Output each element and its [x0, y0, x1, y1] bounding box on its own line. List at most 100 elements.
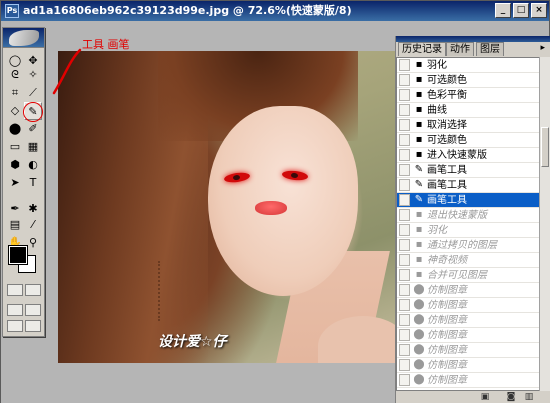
history-item[interactable]: ▪ 合并可见图层: [397, 268, 539, 283]
magic-wand-icon[interactable]: ✧: [24, 66, 42, 84]
history-item[interactable]: ▪ 曲线: [397, 103, 539, 118]
history-item[interactable]: ✎ 画笔工具: [397, 178, 539, 193]
history-source-checkbox[interactable]: [399, 299, 410, 311]
history-item-label: 仿制图章: [427, 375, 467, 386]
notes-icon[interactable]: ▤: [6, 216, 24, 234]
history-item[interactable]: ▪ 进入快速蒙版: [397, 148, 539, 163]
history-panel-footer: ▣ ◙ ▥: [396, 391, 550, 403]
stamp-icon[interactable]: ⬤: [6, 120, 24, 138]
panel-menu-arrow-icon[interactable]: ▸: [540, 43, 545, 53]
toolbox-panel: ◯ ✥ ᘓ ✧ ⌗ ⟋ ◇ ✎ ⬤ ✐ ▭ ▦ ⬢ ◐ ➤ T ✒ ✱ ▤ ⁄ ✋ ⚲: [2, 27, 45, 337]
history-source-checkbox[interactable]: [399, 194, 410, 206]
minimize-button[interactable]: _: [495, 3, 511, 18]
document-title-bar[interactable]: Ps ad1a16806eb962c39123d99e.jpg @ 72.6%(…: [1, 1, 549, 21]
history-item[interactable]: ▪ 可选颜色: [397, 73, 539, 88]
trash-icon[interactable]: ▥: [524, 392, 534, 402]
feather-icon: [9, 30, 39, 46]
screen-mode-standard-button[interactable]: [7, 304, 23, 316]
history-source-checkbox[interactable]: [399, 374, 410, 386]
history-item-label: 合并可见图层: [427, 270, 487, 281]
screen-mode-fullscreen-button[interactable]: [25, 320, 41, 332]
document-title: ad1a16806eb962c39123d99e.jpg @ 72.6%(快速蒙…: [23, 4, 352, 17]
standard-mode-button[interactable]: [7, 284, 23, 296]
toolbox-header[interactable]: [3, 28, 44, 48]
history-step-icon: ▪: [415, 74, 423, 85]
history-item-label: 仿制图章: [427, 330, 467, 341]
photoshop-workspace: Ps ad1a16806eb962c39123d99e.jpg @ 72.6%(…: [0, 0, 550, 403]
history-source-checkbox[interactable]: [399, 149, 410, 161]
history-source-checkbox[interactable]: [399, 284, 410, 296]
history-item-label: 羽化: [427, 225, 447, 236]
history-source-checkbox[interactable]: [399, 89, 410, 101]
history-source-checkbox[interactable]: [399, 134, 410, 146]
history-item-label: 画笔工具: [427, 165, 467, 176]
history-source-checkbox[interactable]: [399, 224, 410, 236]
history-item-label: 仿制图章: [427, 360, 467, 371]
tab-layers[interactable]: 图层: [476, 42, 504, 56]
stamp-step-icon: ⬤: [413, 374, 425, 385]
history-item[interactable]: ⬤ 仿制图章: [397, 358, 539, 373]
history-source-checkbox[interactable]: [399, 359, 410, 371]
history-item[interactable]: ⬤ 仿制图章: [397, 328, 539, 343]
history-item[interactable]: ▪ 羽化: [397, 223, 539, 238]
jump-to-imageready-button[interactable]: [7, 320, 23, 332]
history-item[interactable]: ⬤ 仿制图章: [397, 283, 539, 298]
history-source-checkbox[interactable]: [399, 104, 410, 116]
eraser2-icon[interactable]: ▭: [6, 138, 24, 156]
history-source-checkbox[interactable]: [399, 239, 410, 251]
slice-icon[interactable]: ⟋: [24, 84, 42, 102]
maximize-button[interactable]: □: [513, 3, 529, 18]
history-item[interactable]: ▪ 通过拷贝的图层: [397, 238, 539, 253]
history-source-checkbox[interactable]: [399, 209, 410, 221]
history-source-checkbox[interactable]: [399, 164, 410, 176]
dodge-icon[interactable]: ◐: [24, 156, 42, 174]
new-snapshot-icon[interactable]: ◙: [506, 392, 516, 402]
history-source-checkbox[interactable]: [399, 254, 410, 266]
panel-tabs: 历史记录 动作 图层 ▸: [396, 42, 550, 56]
blur-icon[interactable]: ⬢: [6, 156, 24, 174]
history-source-checkbox[interactable]: [399, 269, 410, 281]
close-button[interactable]: ×: [531, 3, 547, 18]
tab-history[interactable]: 历史记录: [398, 42, 446, 56]
history-item[interactable]: ▪ 取消选择: [397, 118, 539, 133]
history-item[interactable]: ⬤ 仿制图章: [397, 298, 539, 313]
history-item[interactable]: ⬤ 仿制图章: [397, 313, 539, 328]
history-item[interactable]: ▪ 退出快速蒙版: [397, 208, 539, 223]
history-source-checkbox[interactable]: [399, 179, 410, 191]
history-step-icon: ▪: [415, 209, 423, 220]
history-source-checkbox[interactable]: [399, 314, 410, 326]
tab-actions[interactable]: 动作: [446, 42, 474, 56]
history-source-checkbox[interactable]: [399, 329, 410, 341]
history-scrollbar[interactable]: [539, 57, 550, 391]
history-source-checkbox[interactable]: [399, 74, 410, 86]
history-item[interactable]: ⬤ 仿制图章: [397, 373, 539, 388]
lasso-icon[interactable]: ᘓ: [6, 66, 24, 84]
history-item-label: 仿制图章: [427, 285, 467, 296]
history-item-label: 退出快速蒙版: [427, 210, 487, 221]
eyedropper-icon[interactable]: ⁄: [24, 216, 42, 234]
quick-mask-mode-button[interactable]: [25, 284, 41, 296]
screen-mode-full-button[interactable]: [25, 304, 41, 316]
crop-icon[interactable]: ⌗: [6, 84, 24, 102]
foreground-color-swatch[interactable]: [8, 245, 28, 265]
history-item[interactable]: ▪ 色彩平衡: [397, 88, 539, 103]
history-source-checkbox[interactable]: [399, 59, 410, 71]
path-select-icon[interactable]: ➤: [6, 174, 24, 192]
photoshop-icon: Ps: [5, 4, 19, 18]
history-item[interactable]: ▪ 羽化: [397, 58, 539, 73]
eraser-icon[interactable]: ◇: [6, 102, 24, 120]
history-brush-icon[interactable]: ✐: [24, 120, 42, 138]
new-document-icon[interactable]: ▣: [480, 392, 490, 402]
history-item[interactable]: ▪ 神奇视频: [397, 253, 539, 268]
stamp-step-icon: ⬤: [413, 329, 425, 340]
history-scroll-thumb[interactable]: [541, 127, 549, 167]
history-item[interactable]: ⬤ 仿制图章: [397, 343, 539, 358]
history-source-checkbox[interactable]: [399, 344, 410, 356]
history-item[interactable]: ✎ 画笔工具: [397, 163, 539, 178]
type-icon[interactable]: T: [24, 174, 42, 192]
gradient-icon[interactable]: ▦: [24, 138, 42, 156]
photo-canvas[interactable]: 设计爱☆仔: [58, 51, 396, 363]
history-item[interactable]: ✎ 画笔工具: [397, 193, 539, 208]
history-item[interactable]: ▪ 可选颜色: [397, 133, 539, 148]
history-source-checkbox[interactable]: [399, 119, 410, 131]
